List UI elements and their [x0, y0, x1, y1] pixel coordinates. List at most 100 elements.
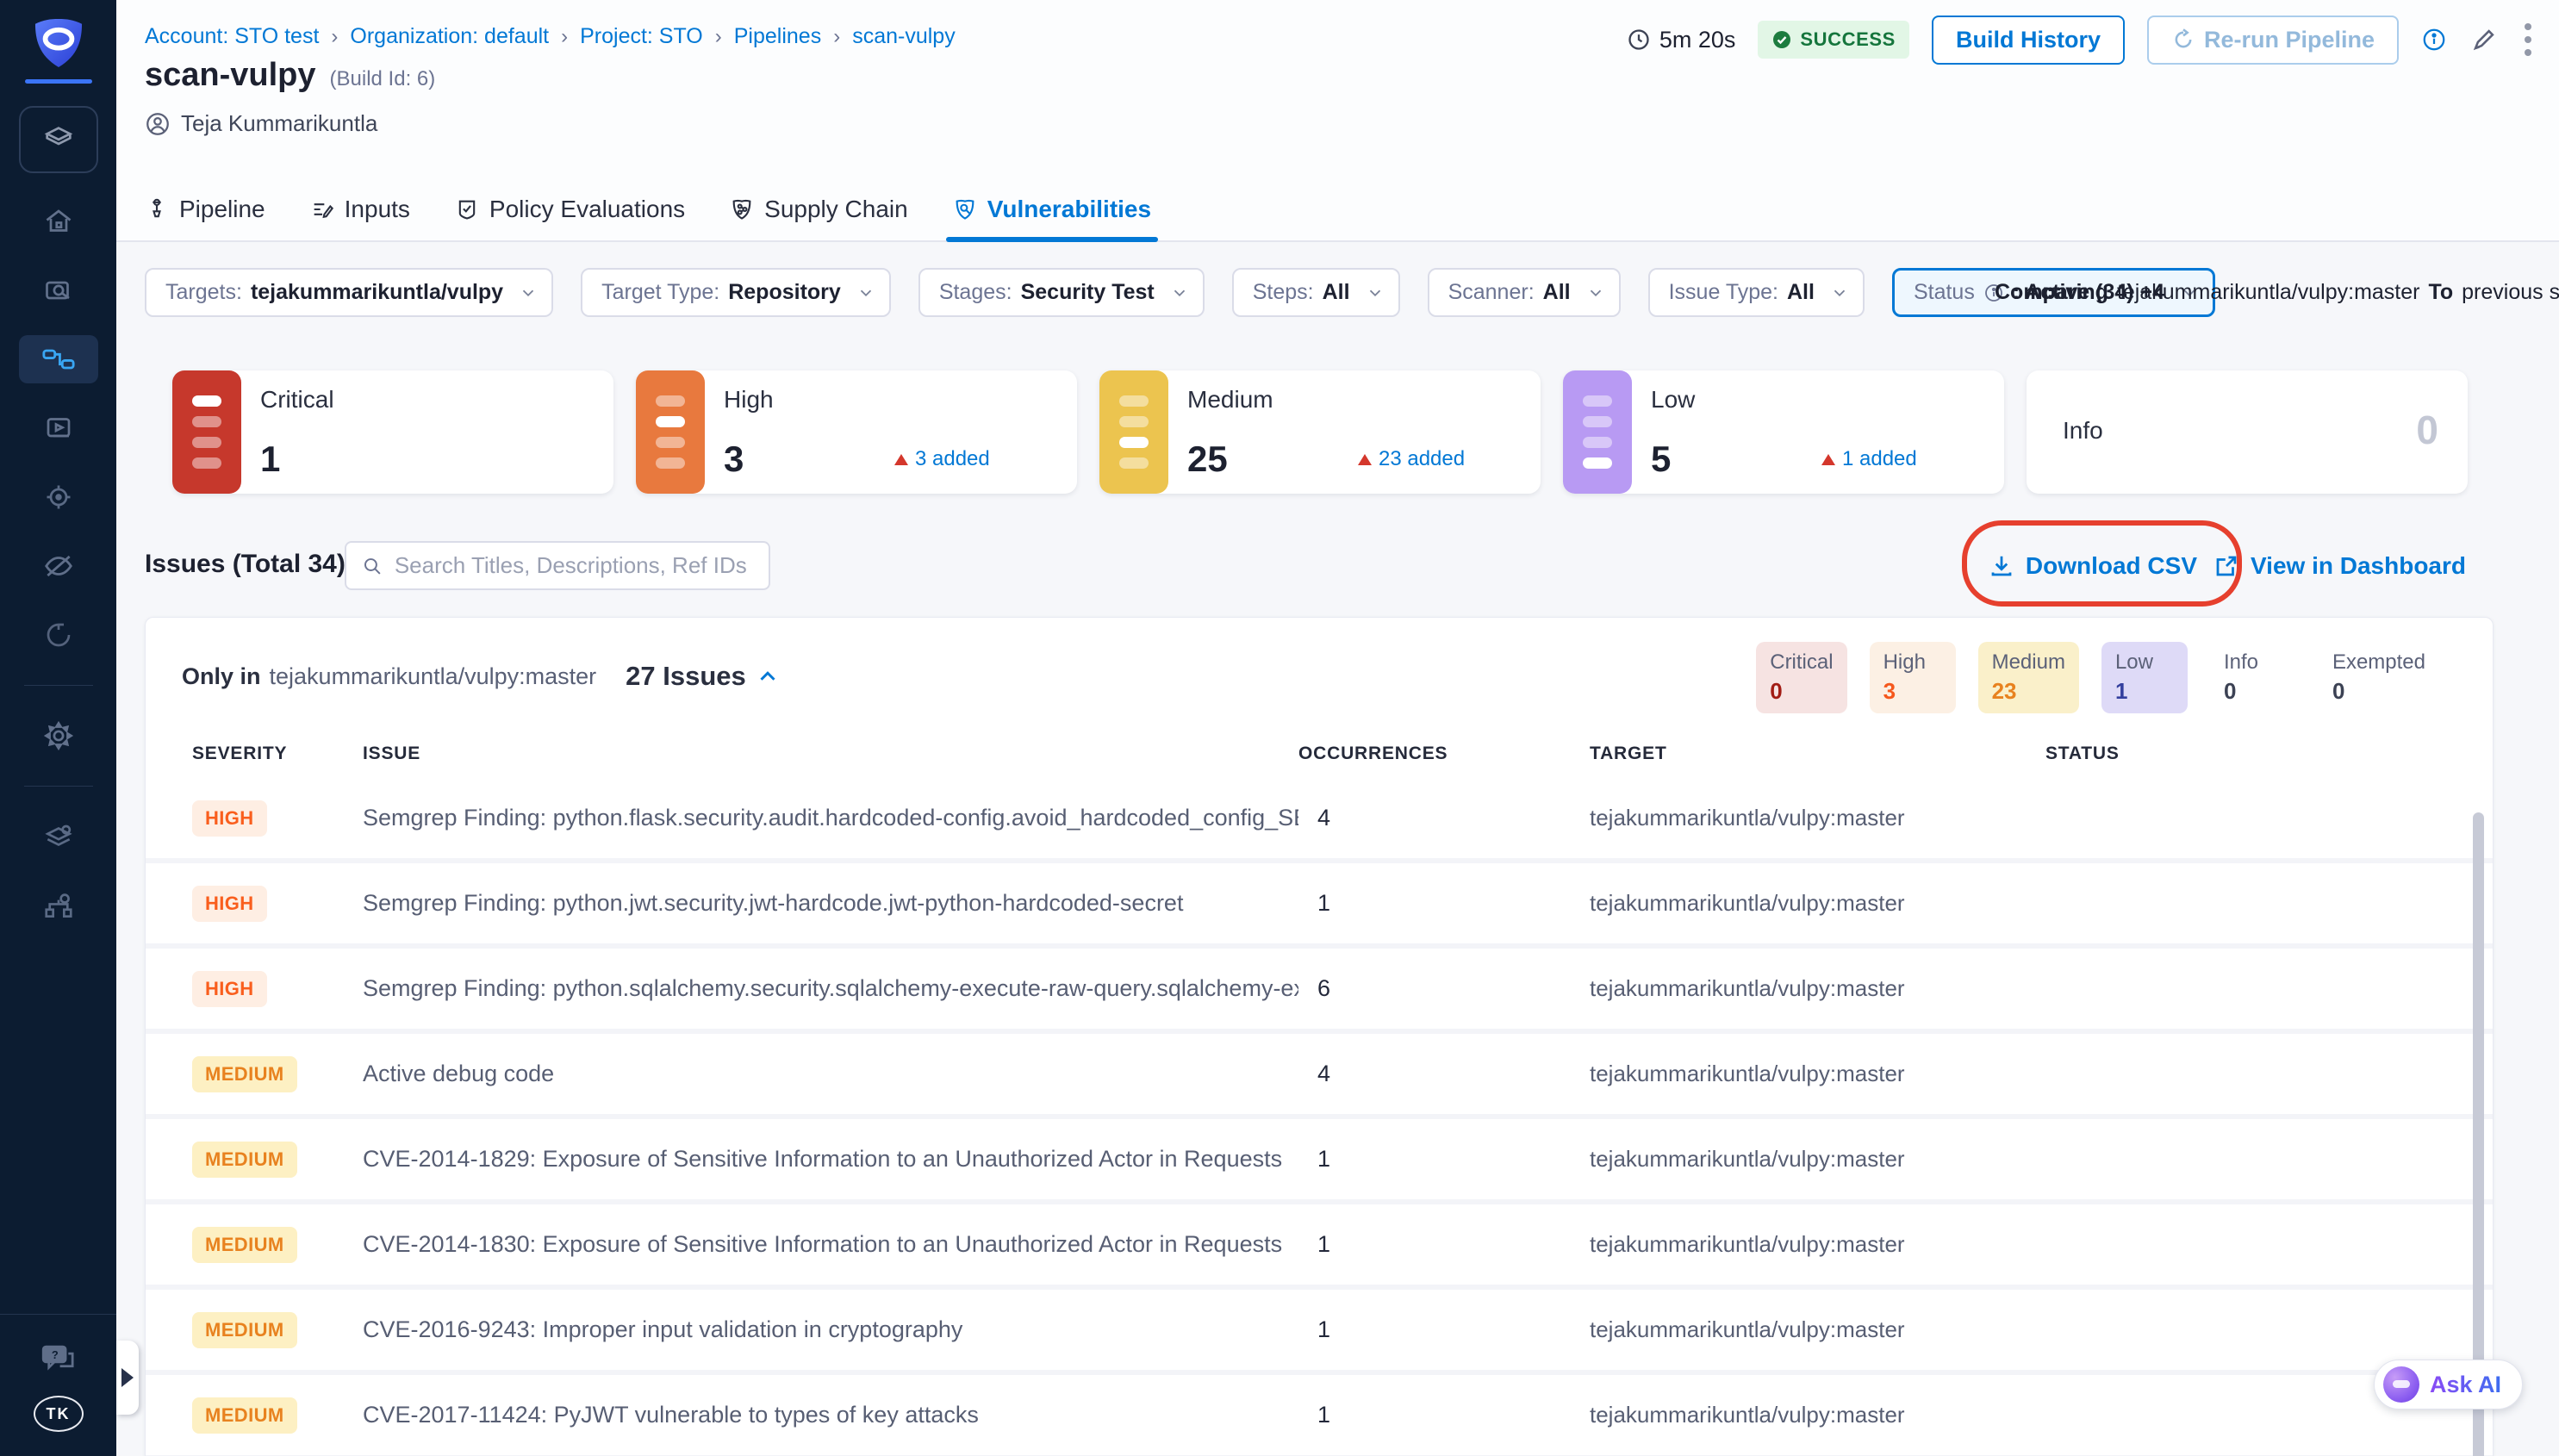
breadcrumb-separator: ›	[331, 25, 338, 49]
sidebar-item-targets[interactable]	[19, 473, 98, 521]
module-selector-button[interactable]	[19, 106, 98, 173]
tab-supply-chain[interactable]: Supply Chain	[730, 178, 908, 240]
sidebar-item-modules[interactable]	[19, 812, 98, 861]
chevron-up-icon[interactable]	[755, 663, 781, 689]
target-value: tejakummarikuntla/vulpy:master	[1590, 805, 2045, 831]
table-row[interactable]: HIGH Semgrep Finding: python.flask.secur…	[146, 778, 2493, 863]
sidebar-divider	[24, 685, 93, 686]
more-options-menu-icon[interactable]	[2521, 20, 2535, 59]
sidebar-accent-bar	[25, 79, 92, 84]
build-duration: 5m 20s	[1627, 27, 1736, 53]
pipeline-tab-icon	[145, 197, 169, 221]
sidebar-item-executions[interactable]	[19, 404, 98, 452]
rerun-pipeline-button[interactable]: Re-run Pipeline	[2147, 16, 2399, 65]
triangle-right-icon	[121, 1368, 134, 1387]
ask-ai-button[interactable]: Ask AI	[2374, 1360, 2523, 1409]
chip-exempted: Exempted0	[2319, 642, 2439, 713]
ai-orb-icon	[2383, 1366, 2419, 1403]
table-row[interactable]: MEDIUM CVE-2016-9243: Improper input val…	[146, 1290, 2493, 1375]
filter-scanner[interactable]: Scanner:All	[1428, 268, 1621, 317]
chevron-down-icon	[1366, 283, 1385, 302]
col-target: TARGET	[1590, 744, 2045, 764]
target-value: tejakummarikuntla/vulpy:master	[1590, 1146, 2045, 1173]
table-row[interactable]: MEDIUM CVE-2014-1830: Exposure of Sensit…	[146, 1204, 2493, 1290]
filter-steps[interactable]: Steps:All	[1232, 268, 1400, 317]
col-issue: ISSUE	[363, 744, 1298, 764]
view-in-dashboard-button[interactable]: View in Dashboard	[2213, 541, 2466, 590]
issues-search	[345, 541, 770, 590]
added-indicator: 23 added	[1358, 447, 1465, 471]
filter-targets[interactable]: Targets:tejakummarikuntla/vulpy	[145, 268, 553, 317]
occurrences-value: 1	[1298, 1146, 1590, 1173]
breadcrumb-current[interactable]: scan-vulpy	[852, 24, 956, 49]
added-indicator: 1 added	[1821, 447, 1917, 471]
col-severity: SEVERITY	[192, 744, 363, 764]
harness-logo-icon[interactable]	[32, 19, 85, 67]
card-label: High	[724, 386, 774, 414]
occurrences-value: 6	[1298, 975, 1590, 1002]
table-row[interactable]: MEDIUM Active debug code 4 tejakummariku…	[146, 1034, 2493, 1119]
tab-vulnerabilities[interactable]: Vulnerabilities	[953, 178, 1151, 240]
sidebar: ? TK	[0, 0, 116, 1456]
table-body: HIGH Semgrep Finding: python.flask.secur…	[146, 778, 2493, 1456]
tab-inputs[interactable]: Inputs	[310, 178, 410, 240]
target-value: tejakummarikuntla/vulpy:master	[1590, 1316, 2045, 1343]
tab-pipeline[interactable]: Pipeline	[145, 178, 265, 240]
target-value: tejakummarikuntla/vulpy:master	[1590, 1402, 2045, 1428]
chip-medium: Medium23	[1978, 642, 2079, 713]
user-avatar[interactable]: TK	[34, 1396, 84, 1432]
sidebar-item-scans[interactable]	[19, 266, 98, 314]
inputs-tab-icon	[310, 197, 334, 221]
tab-policy-evaluations[interactable]: Policy Evaluations	[455, 178, 685, 240]
table-row[interactable]: MEDIUM CVE-2014-1829: Exposure of Sensit…	[146, 1119, 2493, 1204]
triangle-up-icon	[1358, 454, 1372, 465]
filter-issue-type[interactable]: Issue Type:All	[1648, 268, 1865, 317]
severity-badge: HIGH	[192, 886, 267, 922]
card-info[interactable]: Info 0	[2027, 370, 2468, 494]
clock-icon	[1627, 28, 1651, 52]
breadcrumb-separator: ›	[715, 25, 722, 49]
build-history-button[interactable]: Build History	[1932, 16, 2125, 65]
card-high[interactable]: High 3 3 added	[636, 370, 1077, 494]
filter-target-type[interactable]: Target Type:Repository	[581, 268, 891, 317]
status-badge: SUCCESS	[1758, 21, 1909, 59]
help-chat-icon[interactable]: ?	[40, 1342, 77, 1373]
card-label: Critical	[260, 386, 334, 414]
edit-pencil-icon[interactable]	[2469, 25, 2499, 54]
card-low[interactable]: Low 5 1 added	[1563, 370, 2004, 494]
sidebar-nav	[19, 197, 98, 930]
download-csv-button[interactable]: Download CSV	[1989, 541, 2197, 590]
card-medium[interactable]: Medium 25 23 added	[1099, 370, 1541, 494]
occurrences-value: 1	[1298, 1402, 1590, 1428]
search-input[interactable]	[395, 552, 753, 579]
table-row[interactable]: MEDIUM CVE-2017-11424: PyJWT vulnerable …	[146, 1375, 2493, 1456]
severity-badge: HIGH	[192, 800, 267, 837]
table-row[interactable]: HIGH Semgrep Finding: python.sqlalchemy.…	[146, 949, 2493, 1034]
card-critical[interactable]: Critical 1	[172, 370, 613, 494]
topbar-actions: 5m 20s SUCCESS Build History Re-run Pipe…	[1627, 14, 2535, 65]
card-label: Low	[1651, 386, 1695, 414]
table-row[interactable]: HIGH Semgrep Finding: python.jwt.securit…	[146, 863, 2493, 949]
sidebar-item-gauge[interactable]	[19, 611, 98, 659]
filter-stages[interactable]: Stages:Security Test	[918, 268, 1205, 317]
breadcrumb-pipelines[interactable]: Pipelines	[734, 24, 821, 49]
breadcrumb-account[interactable]: Account: STO test	[145, 24, 319, 49]
card-label: Info	[2063, 417, 2103, 445]
breadcrumb-organization[interactable]: Organization: default	[350, 24, 549, 49]
sidebar-item-hidden[interactable]	[19, 542, 98, 590]
content-area: Targets:tejakummarikuntla/vulpy Target T…	[116, 242, 2559, 1456]
sidebar-item-home[interactable]	[19, 197, 98, 246]
page-header: Account: STO test › Organization: defaul…	[116, 0, 2559, 242]
sidebar-item-pipelines[interactable]	[19, 335, 98, 383]
occurrences-value: 1	[1298, 1316, 1590, 1343]
sidebar-item-settings[interactable]	[19, 712, 98, 760]
sidebar-item-organization[interactable]	[19, 881, 98, 930]
low-gauge-icon	[1563, 370, 1632, 494]
download-icon	[1989, 553, 2014, 579]
severity-badge: MEDIUM	[192, 1056, 297, 1092]
sidebar-expand-handle[interactable]	[116, 1341, 139, 1415]
group-title[interactable]: Only in tejakummarikuntla/vulpy:master 2…	[182, 661, 781, 692]
info-icon[interactable]	[2421, 27, 2447, 53]
breadcrumb-project[interactable]: Project: STO	[580, 24, 703, 49]
issue-title: CVE-2016-9243: Improper input validation…	[363, 1316, 1298, 1343]
